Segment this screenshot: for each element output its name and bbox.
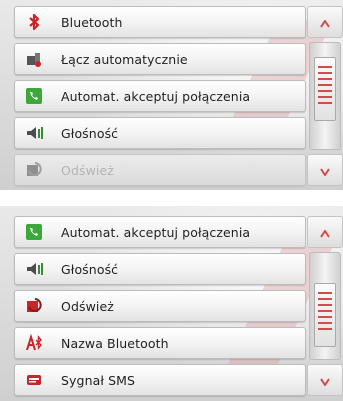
menu-item-volume[interactable]: Głośność [14,253,306,285]
auto-connect-icon [25,50,43,68]
scroll-thumb[interactable] [314,283,336,347]
scroll-grip [318,84,332,86]
menu-item-label: Automat. akceptuj połączenia [61,224,251,240]
bluetooth-name-icon [25,334,43,352]
menu-item-label: Łącz automatycznie [61,51,188,67]
menu-item-bluetooth-name[interactable]: Nazwa Bluetooth [14,327,306,359]
phone-accept-icon [25,87,43,105]
menu-item-label: Głośność [61,261,119,277]
sms-signal-icon [25,371,43,389]
menu-item-sms-signal[interactable]: Sygnał SMS [14,364,306,396]
menu-item-volume[interactable]: Głośność [14,117,306,149]
scroll-down-button[interactable] [307,364,343,396]
chevron-down-icon [320,161,330,180]
chevron-up-icon [320,223,330,242]
menu-item-auto-accept-calls[interactable]: Automat. akceptuj połączenia [14,216,306,248]
scroll-up-button[interactable] [307,6,343,38]
refresh-icon [25,297,43,315]
bluetooth-icon [25,13,43,31]
settings-menu-screen-1: Bluetooth Łącz automatycznie Automat. ak… [0,0,343,190]
refresh-icon [25,161,43,179]
scroll-grip [318,310,332,312]
scrollbar[interactable] [307,6,343,186]
scroll-grip [318,328,332,330]
menu-item-label: Odśwież [61,298,114,314]
scroll-grip [318,102,332,104]
phone-accept-icon [25,223,43,241]
scroll-grip [318,316,332,318]
menu-item-auto-accept-calls[interactable]: Automat. akceptuj połączenia [14,80,306,112]
menu-item-label: Sygnał SMS [61,372,136,388]
scroll-track[interactable] [309,42,341,150]
menu-item-label: Automat. akceptuj połączenia [61,88,251,104]
scroll-grip [318,90,332,92]
scroll-up-button[interactable] [307,216,343,248]
menu-item-label: Odśwież [61,162,114,178]
volume-icon [25,260,43,278]
scroll-grip [318,96,332,98]
menu-item-refresh[interactable]: Odśwież [14,290,306,322]
menu-item-label: Głośność [61,125,119,141]
menu-item-label: Bluetooth [61,14,123,30]
menu-item-bluetooth[interactable]: Bluetooth [14,6,306,38]
scroll-track[interactable] [309,252,341,360]
settings-menu-screen-2: Automat. akceptuj połączenia Głośność Od… [0,206,343,401]
scroll-grip [318,298,332,300]
menu-item-refresh[interactable]: Odśwież [14,154,306,186]
scroll-grip [318,72,332,74]
scroll-grip [318,78,332,80]
scroll-grip [318,292,332,294]
volume-icon [25,124,43,142]
chevron-up-icon [320,13,330,32]
chevron-down-icon [320,371,330,390]
menu-item-label: Nazwa Bluetooth [61,335,169,351]
scroll-down-button[interactable] [307,154,343,186]
scroll-grip [318,322,332,324]
scrollbar[interactable] [307,216,343,396]
scroll-thumb[interactable] [314,57,336,121]
menu-item-auto-connect[interactable]: Łącz automatycznie [14,43,306,75]
scroll-grip [318,304,332,306]
scroll-grip [318,66,332,68]
